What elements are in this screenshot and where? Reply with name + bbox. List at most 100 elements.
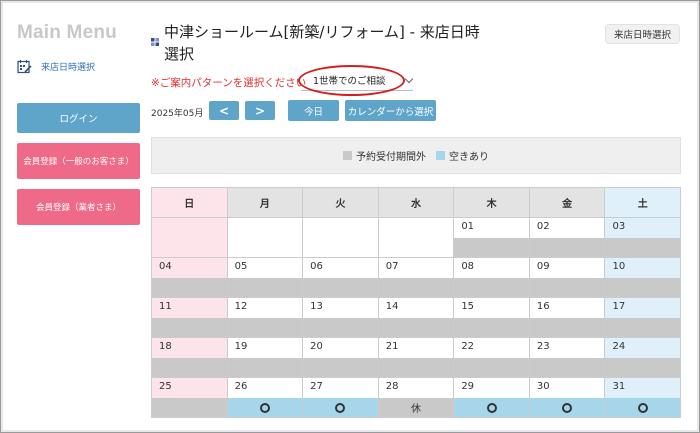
day-status-bar <box>227 278 303 297</box>
chevron-right-icon: > <box>254 103 266 118</box>
prev-month-button[interactable]: < <box>209 101 239 120</box>
calendar-day-cell: 02 <box>529 218 606 258</box>
calendar-day-cell: 28 休 <box>378 378 455 418</box>
day-status-bar <box>454 318 529 337</box>
calendar-day-cell: 24 <box>605 338 682 378</box>
page-title: 中津ショールーム[新築/リフォーム] - 来店日時選択 <box>164 23 480 63</box>
calendar-day-cell: 03 <box>605 218 682 258</box>
weekday-header: 土 <box>605 188 682 218</box>
calendar-day-cell[interactable]: 26 <box>227 378 304 418</box>
day-number: 05 <box>234 261 248 272</box>
day-status-bar <box>303 318 378 337</box>
calendar-day-cell: 05 <box>227 258 304 298</box>
day-status-bar[interactable] <box>454 398 529 417</box>
day-number: 03 <box>612 221 626 232</box>
day-status-bar <box>605 238 681 257</box>
day-number: 19 <box>234 341 248 352</box>
day-number: 10 <box>612 261 626 272</box>
day-number: 12 <box>234 301 248 312</box>
sidebar-item-visit-date[interactable]: 来店日時選択 <box>17 59 95 74</box>
day-number: 20 <box>310 341 323 352</box>
calendar: 日月火水木金土 01 02 03 04 05 06 07 08 09 10 11 12 13 14 15 16… <box>151 187 682 418</box>
calendar-day-cell: 04 <box>152 258 228 298</box>
day-number: 14 <box>385 301 399 312</box>
next-month-button[interactable]: > <box>245 101 275 120</box>
member-register-trade-button[interactable]: 会員登録（業者さま） <box>17 189 140 225</box>
chevron-left-icon: < <box>218 103 230 118</box>
calendar-day-cell: 20 <box>303 338 379 378</box>
day-status-bar <box>378 358 454 377</box>
legend-label-unavailable: 予約受付期間外 <box>356 152 426 163</box>
day-number: 13 <box>310 301 323 312</box>
calendar-day-cell[interactable]: 31 <box>605 378 682 418</box>
available-circle-icon <box>486 402 497 413</box>
calendar-week-row: 01 02 03 <box>152 218 682 258</box>
legend-swatch-available <box>436 151 445 160</box>
day-number: 26 <box>234 381 248 392</box>
calendar-day-cell: 13 <box>303 298 379 338</box>
calendar-day-cell: 17 <box>605 298 682 338</box>
day-number: 29 <box>461 381 475 392</box>
day-status-bar <box>529 238 605 257</box>
chevron-down-icon <box>404 74 414 84</box>
calendar-day-cell: 09 <box>529 258 606 298</box>
day-status-bar <box>303 278 378 297</box>
day-status-bar <box>605 358 681 377</box>
day-number: 18 <box>159 341 172 352</box>
calendar-day-cell: 01 <box>454 218 530 258</box>
calendar-day-cell[interactable]: 27 <box>303 378 379 418</box>
calendar-day-cell: 21 <box>378 338 455 378</box>
calendar-day-cell: 18 <box>152 338 228 378</box>
day-number: 08 <box>461 261 475 272</box>
day-number: 07 <box>385 261 399 272</box>
member-register-general-button[interactable]: 会員登録（一般のお客さま） <box>17 143 140 179</box>
day-status-bar <box>303 358 378 377</box>
day-number: 21 <box>385 341 399 352</box>
highlight-oval <box>298 65 405 96</box>
calendar-header-row: 日月火水木金土 <box>152 188 682 218</box>
day-status-bar <box>529 278 605 297</box>
current-month: 2025年05月 <box>151 109 204 119</box>
day-number: 22 <box>461 341 475 352</box>
legend: 予約受付期間外 空きあり <box>151 137 681 174</box>
today-button[interactable]: 今日 <box>288 100 339 121</box>
weekday-header: 火 <box>303 188 379 218</box>
weekday-header: 木 <box>454 188 530 218</box>
available-circle-icon <box>259 402 270 413</box>
calendar-day-cell[interactable]: 29 <box>454 378 530 418</box>
legend-item-available: 空きあり <box>436 148 489 163</box>
day-status-bar[interactable] <box>529 398 605 417</box>
available-circle-icon <box>637 402 648 413</box>
day-number: 02 <box>536 221 550 232</box>
day-status-bar[interactable] <box>605 398 681 417</box>
day-status-bar <box>378 318 454 337</box>
sidebar-title: Main Menu <box>17 22 117 43</box>
day-status-bar <box>152 318 227 337</box>
day-number: 06 <box>310 261 323 272</box>
sidebar-item-label: 来店日時選択 <box>41 63 96 73</box>
calendar-day-cell: 08 <box>454 258 530 298</box>
calendar-day-cell: 15 <box>454 298 530 338</box>
day-status-bar <box>378 278 454 297</box>
weekday-header: 金 <box>529 188 606 218</box>
day-status-bar <box>227 318 303 337</box>
calendar-day-cell: 14 <box>378 298 455 338</box>
day-status-bar <box>605 278 681 297</box>
calendar-edit-icon <box>17 60 32 74</box>
day-status-bar <box>152 398 227 417</box>
pattern-prompt: ※ご案内パターンを選択ください <box>151 77 307 89</box>
visit-date-tag: 来店日時選択 <box>604 24 680 44</box>
calendar-day-cell: 19 <box>227 338 304 378</box>
calendar-day-cell: 25 <box>152 378 228 418</box>
calendar-day-cell: 07 <box>378 258 455 298</box>
day-status-bar[interactable] <box>227 398 303 417</box>
day-status-bar[interactable] <box>303 398 378 417</box>
login-button[interactable]: ログイン <box>17 103 140 133</box>
calendar-day-cell[interactable]: 30 <box>529 378 606 418</box>
legend-item-unavailable: 予約受付期間外 <box>343 148 426 163</box>
day-status-bar <box>529 358 605 377</box>
available-circle-icon <box>335 402 346 413</box>
weekday-header: 月 <box>227 188 304 218</box>
select-from-calendar-button[interactable]: カレンダーから選択 <box>345 100 436 121</box>
day-number: 17 <box>612 301 626 312</box>
